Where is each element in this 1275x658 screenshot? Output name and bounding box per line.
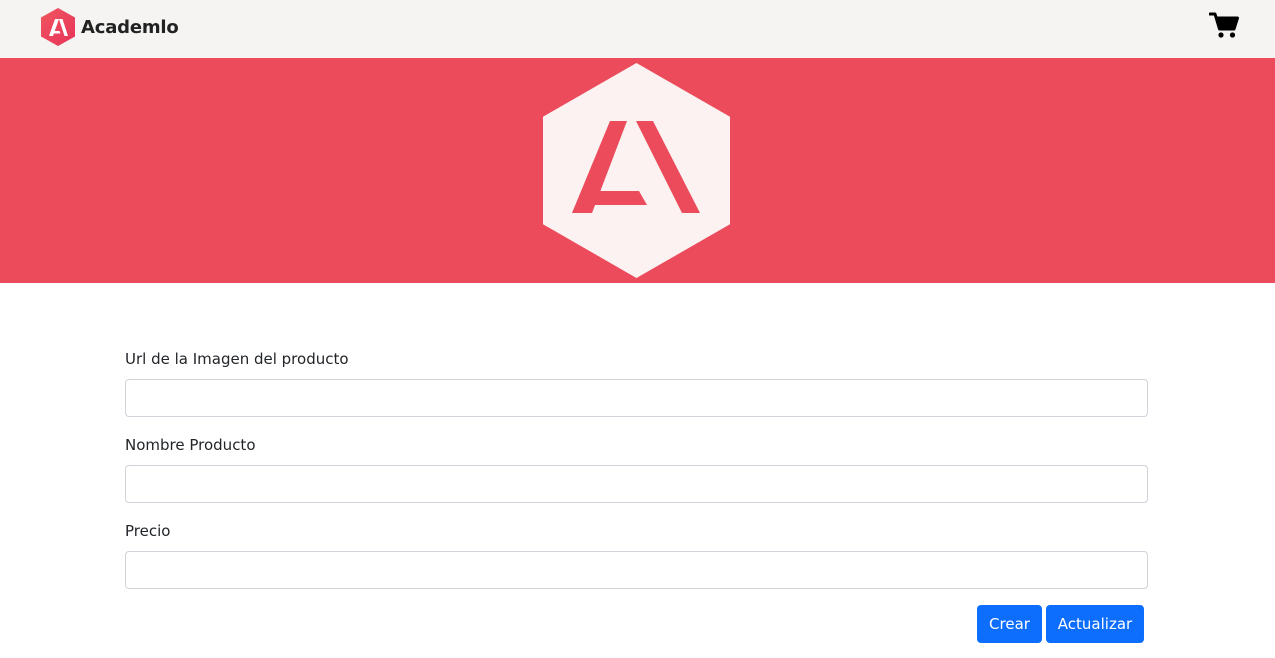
academlo-logo-icon <box>41 8 75 46</box>
brand-name: Academlo <box>81 16 179 38</box>
cart-icon[interactable] <box>1209 11 1239 39</box>
image-url-input[interactable] <box>125 379 1148 417</box>
academlo-hexagon-logo-icon <box>543 63 730 278</box>
navbar: Academlo <box>0 0 1275 58</box>
hero-banner <box>0 58 1275 283</box>
brand-link[interactable]: Academlo <box>40 7 179 47</box>
image-url-label: Url de la Imagen del producto <box>125 350 349 368</box>
price-label: Precio <box>125 522 171 540</box>
product-name-input[interactable] <box>125 465 1148 503</box>
create-button[interactable]: Crear <box>977 605 1042 643</box>
product-name-label: Nombre Producto <box>125 436 256 454</box>
price-input[interactable] <box>125 551 1148 589</box>
update-button[interactable]: Actualizar <box>1046 605 1144 643</box>
